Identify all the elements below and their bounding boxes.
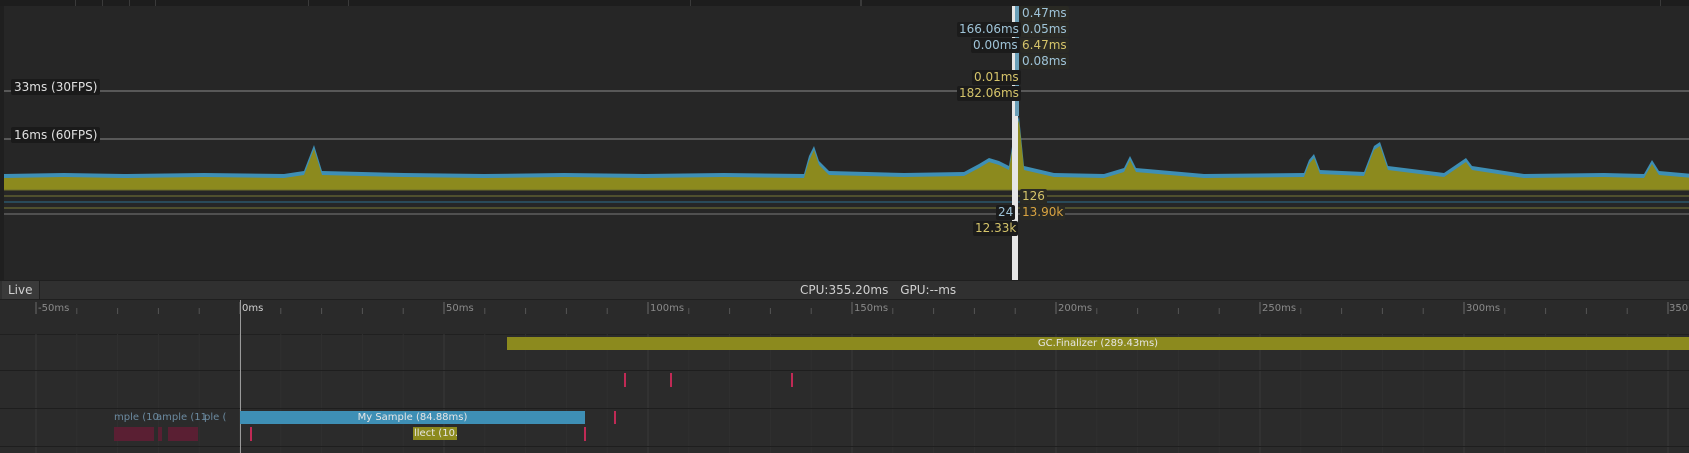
cursor-value: 182.06ms — [957, 86, 1021, 101]
gc-collect-bar-faded[interactable] — [114, 427, 154, 441]
gc-collect-bar-faded[interactable] — [168, 427, 198, 441]
ruler-label: 100ms — [650, 303, 685, 314]
cursor-value: 0.47ms — [1020, 6, 1069, 21]
cursor-value: 0.01ms — [972, 70, 1021, 85]
cursor-value: 12.33k — [973, 221, 1019, 236]
sample-bar-faded[interactable]: ample (11.5 — [156, 411, 206, 424]
ruler-label: 0ms — [242, 303, 264, 314]
gc-collect-bar[interactable]: llect (10. — [413, 427, 457, 440]
ruler-label: 250ms — [1262, 303, 1297, 314]
ruler-label: -50ms — [38, 303, 70, 314]
cursor-value: 166.06ms — [957, 22, 1021, 37]
sample-marker[interactable] — [791, 373, 793, 387]
live-tab[interactable]: Live — [2, 281, 40, 299]
timeline-grid — [35, 334, 1669, 453]
sample-bar-faded[interactable]: ple ( — [204, 411, 240, 424]
gc-collect-bar-faded[interactable] — [158, 427, 162, 441]
ruler-label: 150ms — [854, 303, 889, 314]
gpu-time: GPU:--ms — [900, 283, 957, 297]
cursor-value: 126 — [1020, 189, 1047, 204]
timeline-view[interactable]: -50ms 0ms 50ms 100ms 150ms 200ms 250ms 3… — [0, 300, 1689, 453]
sample-bar-faded[interactable]: mple (10. — [114, 411, 160, 424]
threshold-label-60fps: 16ms (60FPS) — [11, 127, 101, 143]
frame-chart-svg — [4, 6, 1689, 280]
cursor-value: 13.90k — [1020, 205, 1066, 220]
sample-marker[interactable] — [624, 373, 626, 387]
track-separator — [0, 446, 1689, 447]
my-sample-bar[interactable]: My Sample (84.88ms) — [240, 411, 585, 424]
frame-time-chart[interactable]: 33ms (30FPS) 16ms (60FPS) 0.47ms 0.05ms … — [0, 6, 1689, 280]
cursor-value: 0.08ms — [1020, 54, 1069, 69]
threshold-label-30fps: 33ms (30FPS) — [11, 79, 101, 95]
gc-finalizer-bar[interactable]: GC.Finalizer (289.43ms) — [507, 337, 1689, 350]
track-separator — [0, 408, 1689, 409]
time-ruler[interactable]: -50ms 0ms 50ms 100ms 150ms 200ms 250ms 3… — [0, 300, 1689, 335]
sample-marker[interactable] — [614, 411, 616, 424]
cpu-time: CPU:355.20ms — [800, 283, 889, 297]
cursor-value: 0.05ms — [1020, 22, 1069, 37]
frame-stats: CPU:355.20ms GPU:--ms — [800, 281, 964, 299]
cursor-value: 0.00ms — [971, 38, 1020, 53]
ruler-label: 200ms — [1058, 303, 1093, 314]
cursor-value: 6.47ms — [1020, 38, 1069, 53]
sample-marker[interactable] — [250, 427, 252, 441]
olive-series-area — [4, 120, 1689, 190]
sample-marker[interactable] — [670, 373, 672, 387]
ruler-label: 300ms — [1466, 303, 1501, 314]
zero-time-marker — [240, 300, 241, 453]
sample-marker[interactable] — [584, 427, 586, 441]
ruler-label: 350 — [1669, 303, 1689, 314]
cursor-value: 24 — [996, 205, 1016, 220]
status-bar: Live CPU:355.20ms GPU:--ms — [0, 280, 1689, 300]
track-separator — [0, 370, 1689, 371]
ruler-label: 50ms — [446, 303, 474, 314]
